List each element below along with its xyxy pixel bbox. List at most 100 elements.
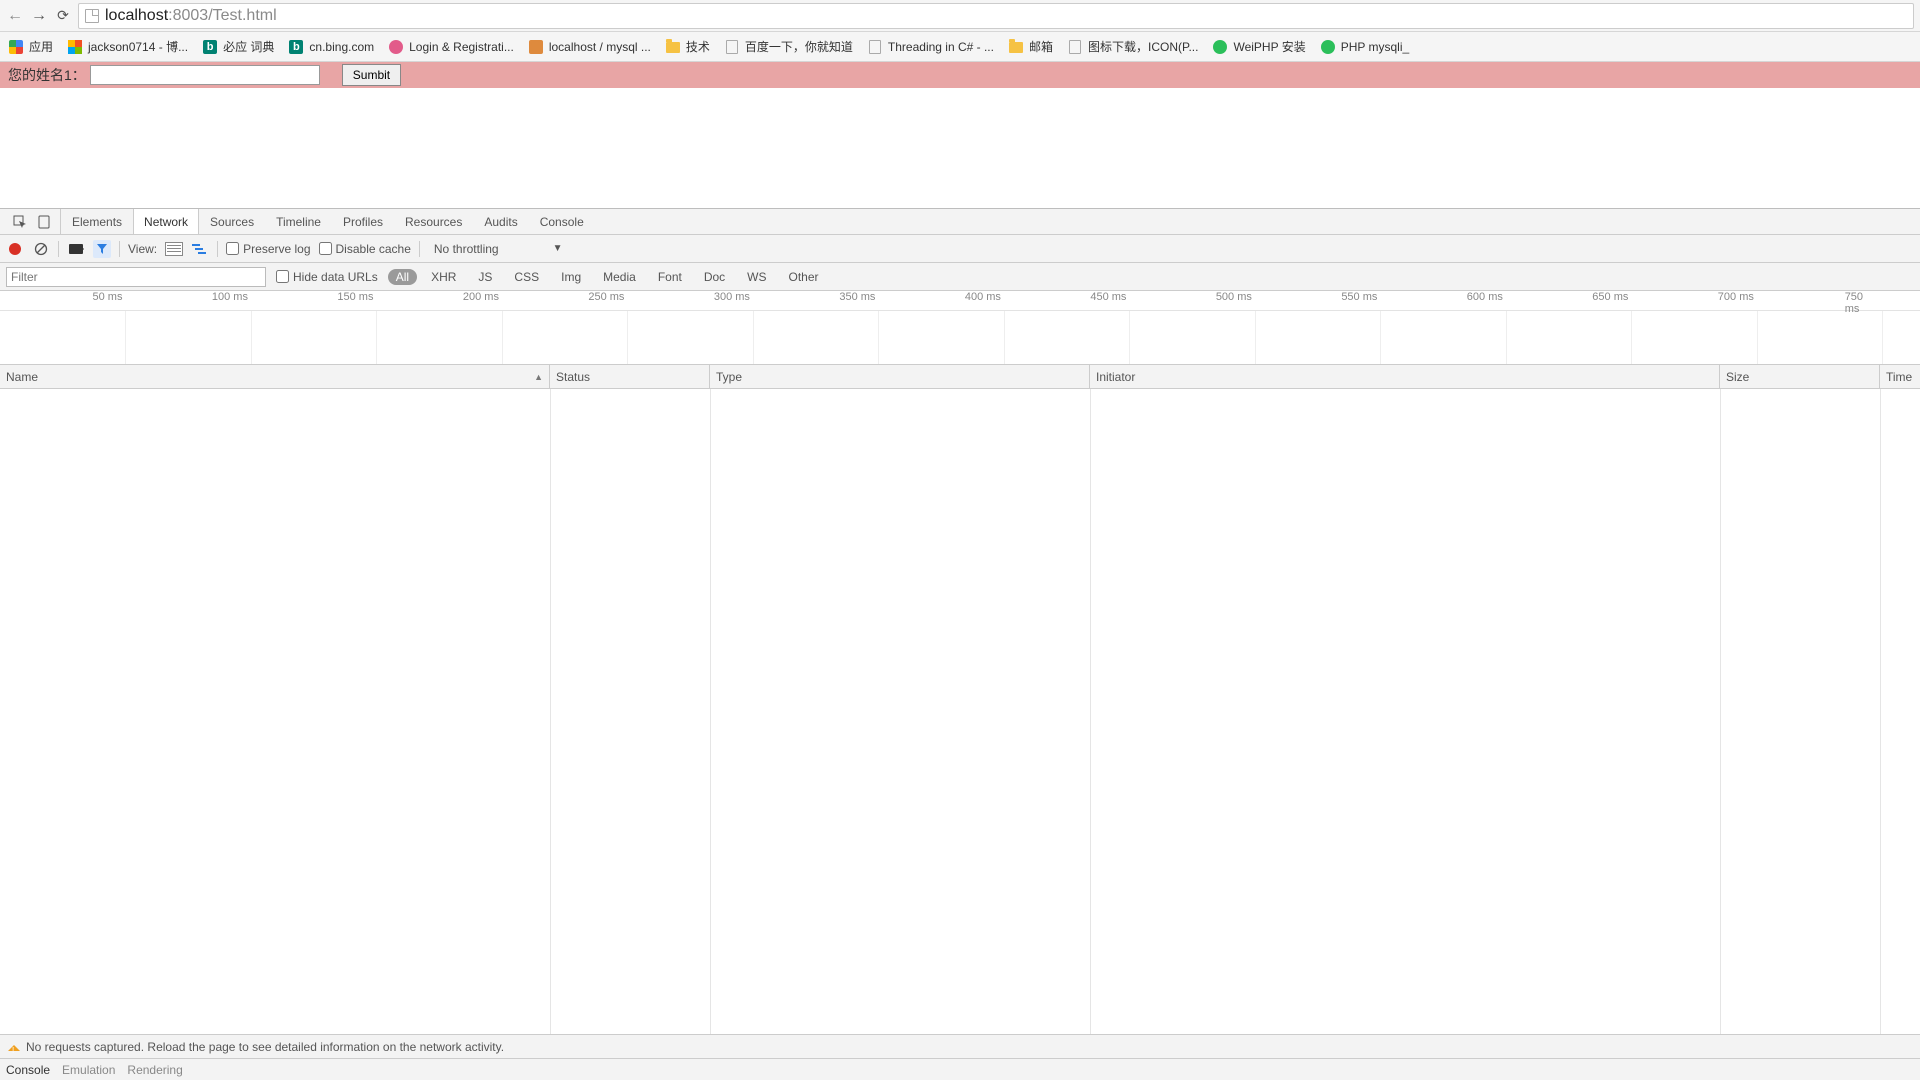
devtools-panel: ElementsNetworkSourcesTimelineProfilesRe… xyxy=(0,208,1920,1080)
b-blue-icon: b xyxy=(288,39,304,55)
devtools-tab-console[interactable]: Console xyxy=(529,209,595,234)
filter-type-doc[interactable]: Doc xyxy=(696,269,733,285)
devtools-tab-audits[interactable]: Audits xyxy=(473,209,528,234)
bookmark-label: PHP mysqli_ xyxy=(1341,40,1409,54)
filter-type-all[interactable]: All xyxy=(388,269,417,285)
bookmark-item[interactable]: Login & Registrati... xyxy=(388,39,514,55)
waterfall-view-icon[interactable] xyxy=(191,242,209,256)
filter-type-ws[interactable]: WS xyxy=(739,269,774,285)
filter-type-media[interactable]: Media xyxy=(595,269,644,285)
timeline-tick: 150 ms xyxy=(337,291,376,303)
timeline-tick: 50 ms xyxy=(93,291,126,303)
bookmarks-bar: 应用 jackson0714 - 博... b必应 词典 b cn.bing.com Lo… xyxy=(0,32,1920,62)
bookmark-item[interactable]: PHP mysqli_ xyxy=(1320,39,1409,55)
preserve-log-checkbox[interactable]: Preserve log xyxy=(226,242,310,256)
network-toolbar: View: Preserve log Disable cache No thro… xyxy=(0,235,1920,263)
record-button[interactable] xyxy=(6,240,24,258)
column-name[interactable]: Name▲ xyxy=(0,365,550,388)
name-label: 您的姓名1： xyxy=(8,65,86,85)
column-initiator[interactable]: Initiator xyxy=(1090,365,1720,388)
timeline-tick: 450 ms xyxy=(1090,291,1129,303)
devtools-tab-resources[interactable]: Resources xyxy=(394,209,473,234)
timeline-tick: 200 ms xyxy=(463,291,502,303)
ms-icon xyxy=(67,39,83,55)
timeline-tick: 700 ms xyxy=(1718,291,1757,303)
drawer-tab-console[interactable]: Console xyxy=(6,1063,50,1077)
bookmark-item[interactable]: localhost / mysql ... xyxy=(528,39,651,55)
bookmark-label: Threading in C# - ... xyxy=(888,40,994,54)
filter-type-xhr[interactable]: XHR xyxy=(423,269,464,285)
url-bar[interactable]: localhost:8003/Test.html xyxy=(78,3,1914,29)
network-status-bar: No requests captured. Reload the page to… xyxy=(0,1034,1920,1058)
forward-button[interactable]: → xyxy=(30,7,48,25)
bookmark-item[interactable]: 技术 xyxy=(665,38,710,55)
bookmark-item[interactable]: 邮箱 xyxy=(1008,38,1053,55)
network-filter-row: Hide data URLs All XHR JS CSS Img Media Font Do… xyxy=(0,263,1920,291)
back-button[interactable]: ← xyxy=(6,7,24,25)
throttling-select[interactable]: No throttling▼ xyxy=(434,242,563,256)
bookmark-item[interactable]: 应用 xyxy=(8,38,53,55)
doc-icon xyxy=(724,39,740,55)
orange-icon xyxy=(528,39,544,55)
devtools-tab-sources[interactable]: Sources xyxy=(199,209,265,234)
bookmark-label: 必应 词典 xyxy=(223,38,274,55)
pink-icon xyxy=(388,39,404,55)
submit-button[interactable]: Sumbit xyxy=(342,64,401,86)
devtools-tab-elements[interactable]: Elements xyxy=(61,209,133,234)
doc-icon xyxy=(867,39,883,55)
filter-type-font[interactable]: Font xyxy=(650,269,690,285)
devtools-tab-timeline[interactable]: Timeline xyxy=(265,209,332,234)
drawer-tab-emulation[interactable]: Emulation xyxy=(62,1063,115,1077)
filter-toggle-icon[interactable] xyxy=(93,240,111,258)
hide-data-urls-checkbox[interactable]: Hide data URLs xyxy=(276,270,378,284)
devtools-tab-profiles[interactable]: Profiles xyxy=(332,209,394,234)
large-rows-icon[interactable] xyxy=(165,240,183,258)
column-status[interactable]: Status xyxy=(550,365,710,388)
bookmark-label: 邮箱 xyxy=(1029,38,1053,55)
bookmark-label: Login & Registrati... xyxy=(409,40,514,54)
inspect-element-icon[interactable] xyxy=(12,214,28,230)
apps-icon xyxy=(8,39,24,55)
filter-type-js[interactable]: JS xyxy=(470,269,500,285)
column-size[interactable]: Size xyxy=(1720,365,1880,388)
green-icon xyxy=(1212,39,1228,55)
timeline-tick: 500 ms xyxy=(1216,291,1255,303)
bookmark-item[interactable]: b cn.bing.com xyxy=(288,39,374,55)
reload-button[interactable]: ⟳ xyxy=(54,7,72,25)
filter-type-other[interactable]: Other xyxy=(781,269,827,285)
bookmark-label: jackson0714 - 博... xyxy=(88,38,188,55)
timeline-tick: 250 ms xyxy=(588,291,627,303)
bookmark-item[interactable]: jackson0714 - 博... xyxy=(67,38,188,55)
devtools-tab-network[interactable]: Network xyxy=(133,209,199,234)
bookmark-item[interactable]: 百度一下，你就知道 xyxy=(724,38,853,55)
clear-button[interactable] xyxy=(32,240,50,258)
disable-cache-checkbox[interactable]: Disable cache xyxy=(319,242,411,256)
bookmark-label: 技术 xyxy=(686,38,710,55)
url-text: localhost:8003/Test.html xyxy=(105,7,277,25)
network-timeline[interactable]: 50 ms100 ms150 ms200 ms250 ms300 ms350 m… xyxy=(0,291,1920,365)
view-label: View: xyxy=(128,242,157,256)
timeline-tick: 550 ms xyxy=(1341,291,1380,303)
bookmark-item[interactable]: 图标下载，ICON(P... xyxy=(1067,38,1198,55)
bookmark-label: cn.bing.com xyxy=(309,40,374,54)
bookmark-label: 应用 xyxy=(29,38,53,55)
bookmark-item[interactable]: b必应 词典 xyxy=(202,38,274,55)
bookmark-label: WeiPHP 安装 xyxy=(1233,38,1305,55)
filter-type-css[interactable]: CSS xyxy=(506,269,547,285)
green-icon xyxy=(1320,39,1336,55)
network-table: Name▲ Status Type Initiator Size Time xyxy=(0,365,1920,1034)
bookmark-label: localhost / mysql ... xyxy=(549,40,651,54)
filter-input[interactable] xyxy=(6,267,266,287)
drawer-tab-rendering[interactable]: Rendering xyxy=(127,1063,182,1077)
warning-icon xyxy=(8,1039,20,1051)
filter-type-img[interactable]: Img xyxy=(553,269,589,285)
bookmark-item[interactable]: WeiPHP 安装 xyxy=(1212,38,1305,55)
column-type[interactable]: Type xyxy=(710,365,1090,388)
capture-screenshots-icon[interactable] xyxy=(67,240,85,258)
bookmark-item[interactable]: Threading in C# - ... xyxy=(867,39,994,55)
column-time[interactable]: Time xyxy=(1880,365,1920,388)
name-input[interactable] xyxy=(90,65,320,85)
doc-icon xyxy=(1067,39,1083,55)
test-form: 您的姓名1： Sumbit xyxy=(0,62,1920,88)
device-mode-icon[interactable] xyxy=(36,214,52,230)
